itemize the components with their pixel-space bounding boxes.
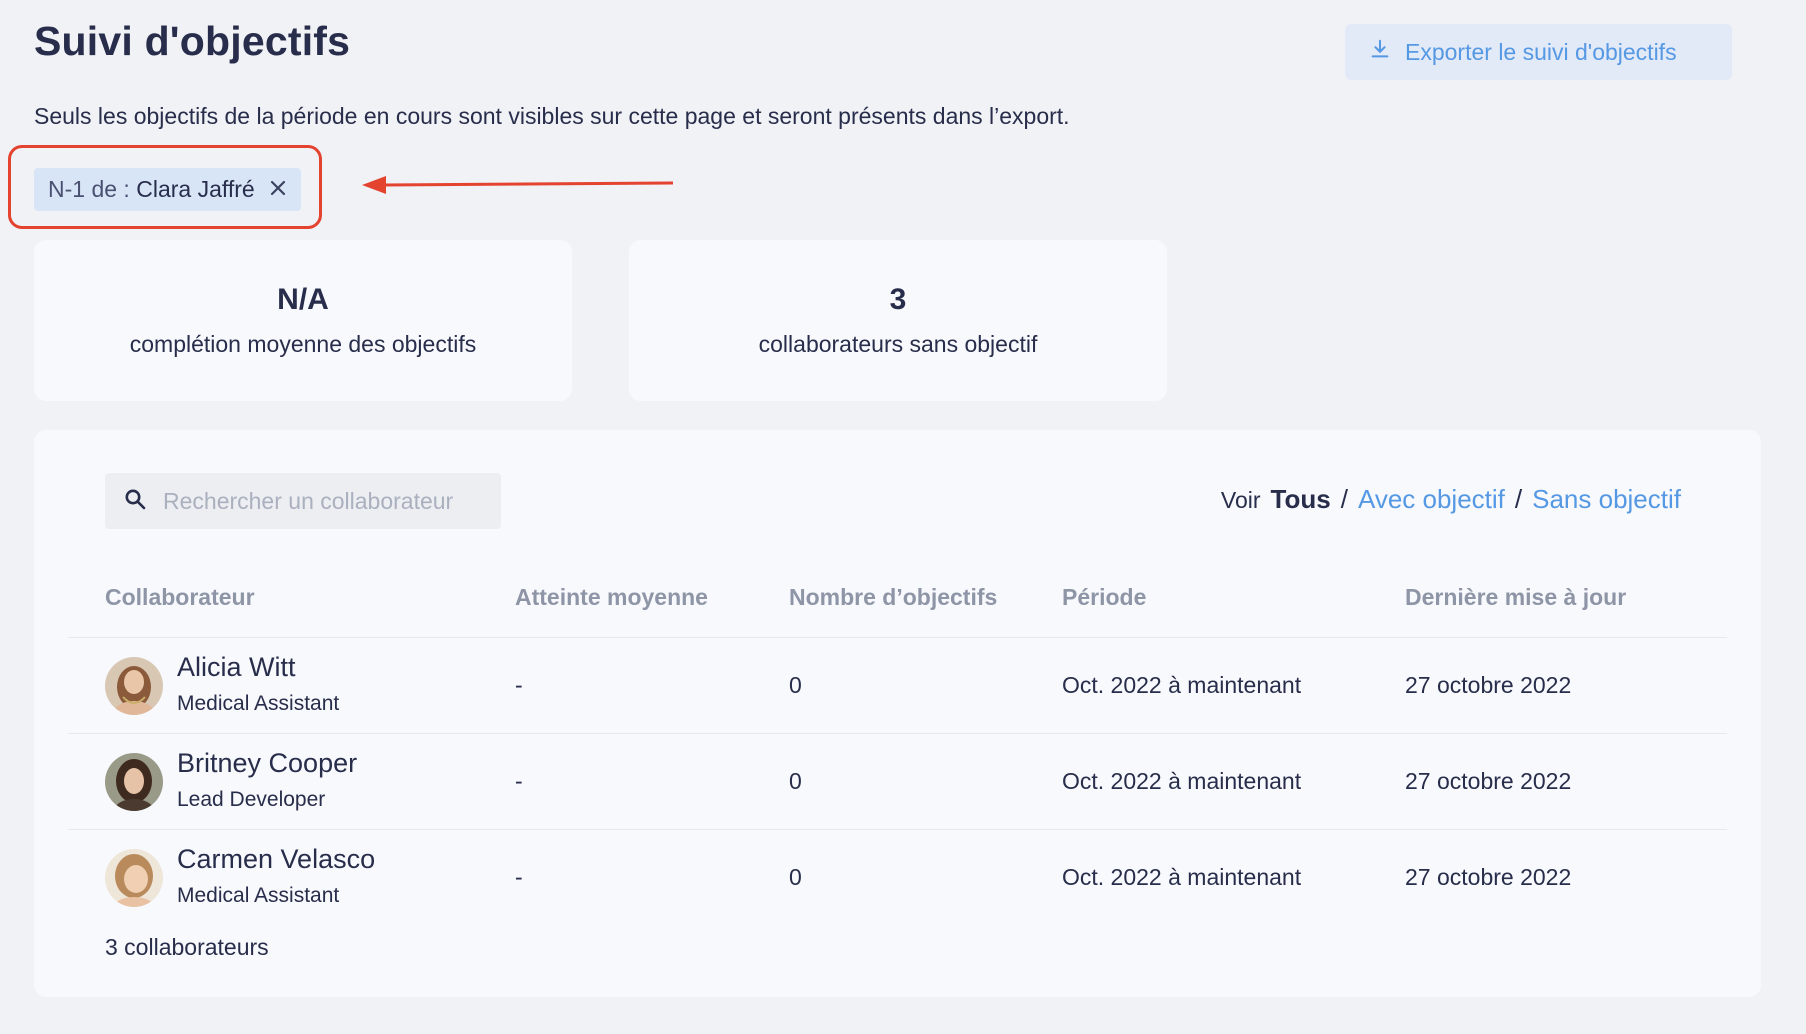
close-icon[interactable] xyxy=(269,176,287,203)
export-button-label: Exporter le suivi d'objectifs xyxy=(1405,38,1677,65)
collaborator-role: Medical Assistant xyxy=(177,692,340,715)
view-filter-separator: / xyxy=(1514,484,1523,514)
view-filter-all[interactable]: Tous xyxy=(1271,484,1331,515)
view-filter-separator: / xyxy=(1340,484,1348,514)
filter-chip[interactable]: N-1 de : Clara Jaffré xyxy=(34,168,301,211)
view-filter: Voir Tous / Avec objectif / Sans objecti… xyxy=(1221,484,1681,515)
objective-count-cell: 0 xyxy=(789,864,802,890)
table-row[interactable]: Britney Cooper Lead Developer - 0 Oct. 2… xyxy=(34,734,1761,830)
page-subtitle: Seuls les objectifs de la période en cou… xyxy=(34,103,1070,129)
column-header-objective-count[interactable]: Nombre d’objectifs xyxy=(789,584,997,611)
period-cell: Oct. 2022 à maintenant xyxy=(1062,864,1302,890)
stat-label: complétion moyenne des objectifs xyxy=(129,331,477,357)
collaborator-role: Lead Developer xyxy=(177,788,326,811)
collaborator-name[interactable]: Britney Cooper xyxy=(177,748,357,779)
collaborator-name[interactable]: Carmen Velasco xyxy=(177,844,375,875)
objective-count-cell: 0 xyxy=(789,672,802,698)
view-filter-with-objective[interactable]: Avec objectif xyxy=(1358,484,1505,515)
download-icon xyxy=(1369,38,1391,66)
table-row[interactable]: Alicia Witt Medical Assistant - 0 Oct. 2… xyxy=(34,638,1761,734)
view-filter-prefix: Voir xyxy=(1220,487,1261,513)
table-row[interactable]: Carmen Velasco Medical Assistant - 0 Oct… xyxy=(34,830,1761,926)
last-update-cell: 27 octobre 2022 xyxy=(1405,768,1572,794)
attainment-cell: - xyxy=(515,672,523,698)
avatar xyxy=(105,849,163,907)
column-header-attainment[interactable]: Atteinte moyenne xyxy=(515,584,708,611)
collaborator-name[interactable]: Alicia Witt xyxy=(177,652,296,683)
period-cell: Oct. 2022 à maintenant xyxy=(1062,768,1302,794)
period-cell: Oct. 2022 à maintenant xyxy=(1062,672,1302,698)
filter-chip-value: Clara Jaffré xyxy=(136,176,255,202)
last-update-cell: 27 octobre 2022 xyxy=(1405,672,1572,698)
attainment-cell: - xyxy=(515,768,523,794)
avatar xyxy=(105,657,163,715)
last-update-cell: 27 octobre 2022 xyxy=(1405,864,1572,890)
annotation-arrow xyxy=(362,176,674,194)
page-title: Suivi d'objectifs xyxy=(34,18,351,64)
column-header-period[interactable]: Période xyxy=(1062,584,1146,611)
stat-card-without-objective: 3 collaborateurs sans objectif xyxy=(629,240,1167,401)
filter-chip-prefix: N-1 de : xyxy=(48,176,130,202)
collaborator-count: 3 collaborateurs xyxy=(105,934,269,960)
view-filter-without-objective[interactable]: Sans objectif xyxy=(1532,484,1681,515)
stat-card-completion: N/A complétion moyenne des objectifs xyxy=(34,240,572,401)
collaborators-panel: Voir Tous / Avec objectif / Sans objecti… xyxy=(34,430,1761,997)
avatar xyxy=(105,753,163,811)
column-header-last-update[interactable]: Dernière mise à jour xyxy=(1405,584,1626,611)
export-button[interactable]: Exporter le suivi d'objectifs xyxy=(1345,24,1732,80)
stat-value: 3 xyxy=(889,283,907,316)
page: Suivi d'objectifs Exporter le suivi d'ob… xyxy=(0,0,1806,1034)
search-input[interactable] xyxy=(163,487,483,515)
column-header-collaborator[interactable]: Collaborateur xyxy=(105,584,255,611)
stat-label: collaborateurs sans objectif xyxy=(758,331,1038,357)
search-box[interactable] xyxy=(105,473,501,529)
collaborator-role: Medical Assistant xyxy=(177,884,340,907)
search-icon xyxy=(123,487,147,516)
attainment-cell: - xyxy=(515,864,523,890)
stat-value: N/A xyxy=(277,283,329,316)
objective-count-cell: 0 xyxy=(789,768,802,794)
